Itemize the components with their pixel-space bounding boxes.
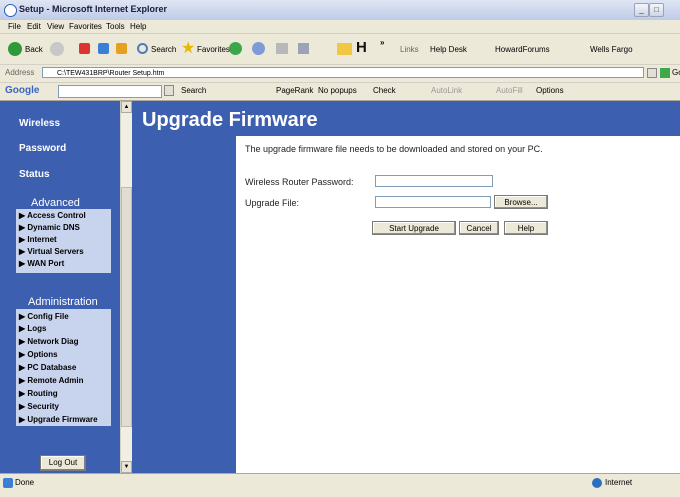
standard-toolbar: Back Search ★ Favorites H » Links Help D… — [0, 34, 680, 65]
ie-logo-icon — [4, 4, 17, 17]
spell-check-button[interactable]: Check — [373, 86, 396, 95]
google-toolbar: Google Search PageRank No popups Check A… — [0, 83, 680, 101]
help-button[interactable]: Help — [504, 221, 548, 235]
search-button[interactable]: Search — [151, 45, 176, 54]
google-logo[interactable]: Google — [5, 85, 39, 96]
edit-icon[interactable] — [298, 43, 309, 54]
nav-status[interactable]: Status — [19, 169, 50, 180]
zone-text: Internet — [605, 478, 633, 487]
autofill-button[interactable]: AutoFill — [496, 86, 523, 95]
back-arrow-icon[interactable] — [8, 42, 22, 56]
favorites-button[interactable]: Favorites — [197, 45, 230, 54]
nav-item-logs[interactable]: ▶ Logs — [19, 324, 46, 333]
nav-administration-box: ▶ Config File ▶ Logs ▶ Network Diag ▶ Op… — [16, 309, 111, 426]
back-button[interactable]: Back — [25, 45, 43, 54]
intro-text: The upgrade firmware file needs to be do… — [245, 144, 543, 154]
nav-item-access-control[interactable]: ▶ Access Control — [19, 211, 86, 220]
nav-item-internet[interactable]: ▶ Internet — [19, 235, 57, 244]
link-help-desk[interactable]: Help Desk — [430, 45, 467, 54]
cancel-button[interactable]: Cancel — [459, 221, 499, 235]
nav-item-virtual-servers[interactable]: ▶ Virtual Servers — [19, 247, 84, 256]
search-icon[interactable] — [137, 43, 148, 54]
scroll-thumb[interactable] — [121, 187, 132, 427]
menu-edit[interactable]: Edit — [27, 22, 41, 31]
nav-item-security[interactable]: ▶ Security — [19, 402, 59, 411]
menu-favorites[interactable]: Favorites — [69, 22, 102, 31]
content-panel: The upgrade firmware file needs to be do… — [236, 136, 680, 473]
nav-item-upgrade-firmware[interactable]: ▶ Upgrade Firmware — [19, 415, 98, 424]
maximize-button[interactable]: □ — [649, 3, 664, 17]
address-input[interactable]: C:\TEW431BRP\Router Setup.htm — [42, 67, 644, 78]
status-text: Done — [15, 478, 35, 487]
popup-blocker-button[interactable]: No popups — [318, 86, 357, 95]
print-icon[interactable] — [276, 43, 288, 54]
mail-icon[interactable] — [252, 42, 265, 55]
go-button[interactable]: Go — [672, 68, 680, 77]
chevron-more-icon[interactable]: » — [380, 38, 384, 47]
link-howardforums[interactable]: HowardForums — [495, 45, 550, 54]
address-bar: Address C:\TEW431BRP\Router Setup.htm Go — [0, 65, 680, 83]
address-label: Address — [5, 68, 35, 77]
nav-administration-heading: Administration — [28, 296, 98, 308]
link-wells-fargo[interactable]: Wells Fargo — [590, 45, 633, 54]
nav-item-network-diag[interactable]: ▶ Network Diag — [19, 337, 79, 346]
internet-zone-icon — [592, 478, 602, 488]
menu-bar: File Edit View Favorites Tools Help — [0, 20, 680, 34]
minimize-button[interactable]: _ — [634, 3, 649, 17]
pagerank-button[interactable]: PageRank — [276, 86, 313, 95]
title-bar: Setup - Microsoft Internet Explorer _ □ — [0, 0, 680, 21]
logout-button[interactable]: Log Out — [40, 455, 86, 471]
forward-arrow-icon[interactable] — [50, 42, 64, 56]
nav-password[interactable]: Password — [19, 143, 66, 154]
address-dropdown-icon[interactable] — [647, 68, 657, 78]
go-icon[interactable] — [660, 68, 670, 78]
nav-item-options[interactable]: ▶ Options — [19, 350, 58, 359]
autolink-button[interactable]: AutoLink — [431, 86, 462, 95]
password-label: Wireless Router Password: — [245, 177, 354, 187]
start-upgrade-button[interactable]: Start Upgrade — [372, 221, 456, 235]
nav-item-routing[interactable]: ▶ Routing — [19, 389, 58, 398]
menu-help[interactable]: Help — [130, 22, 146, 31]
google-dropdown-icon[interactable] — [164, 85, 174, 96]
left-nav: Wireless Password Status Advanced ▶ Acce… — [0, 101, 120, 473]
nav-item-remote-admin[interactable]: ▶ Remote Admin — [19, 376, 84, 385]
nav-item-config-file[interactable]: ▶ Config File — [19, 312, 69, 321]
window-title: Setup - Microsoft Internet Explorer — [19, 4, 168, 14]
scroll-up-icon[interactable]: ▲ — [121, 101, 132, 113]
google-search-button[interactable]: Search — [181, 86, 206, 95]
nav-item-pc-database[interactable]: ▶ PC Database — [19, 363, 76, 372]
favorites-star-icon[interactable]: ★ — [181, 38, 195, 58]
page-title: Upgrade Firmware — [142, 109, 318, 131]
nav-item-wan-port[interactable]: ▶ WAN Port — [19, 259, 64, 268]
h-icon[interactable]: H — [356, 39, 367, 56]
folder-icon[interactable] — [337, 43, 352, 55]
scroll-down-icon[interactable]: ▼ — [121, 461, 132, 473]
upgrade-file-input[interactable] — [375, 196, 491, 208]
upgrade-file-label: Upgrade File: — [245, 198, 300, 208]
status-bar: Done Internet — [0, 473, 680, 497]
menu-view[interactable]: View — [47, 22, 64, 31]
home-icon[interactable] — [116, 43, 127, 54]
menu-tools[interactable]: Tools — [106, 22, 125, 31]
nav-wireless[interactable]: Wireless — [19, 118, 60, 129]
menu-file[interactable]: File — [8, 22, 21, 31]
nav-advanced-heading: Advanced — [31, 197, 80, 209]
google-search-input[interactable] — [58, 85, 162, 98]
history-icon[interactable] — [229, 42, 242, 55]
router-password-input[interactable] — [375, 175, 493, 187]
links-label: Links — [400, 45, 419, 54]
browse-button[interactable]: Browse... — [494, 195, 548, 209]
stop-icon[interactable] — [79, 43, 90, 54]
nav-advanced-box: ▶ Access Control ▶ Dynamic DNS ▶ Interne… — [16, 209, 111, 273]
page-done-icon — [3, 478, 13, 488]
google-options-button[interactable]: Options — [536, 86, 564, 95]
refresh-icon[interactable] — [98, 43, 109, 54]
nav-item-dynamic-dns[interactable]: ▶ Dynamic DNS — [19, 223, 80, 232]
